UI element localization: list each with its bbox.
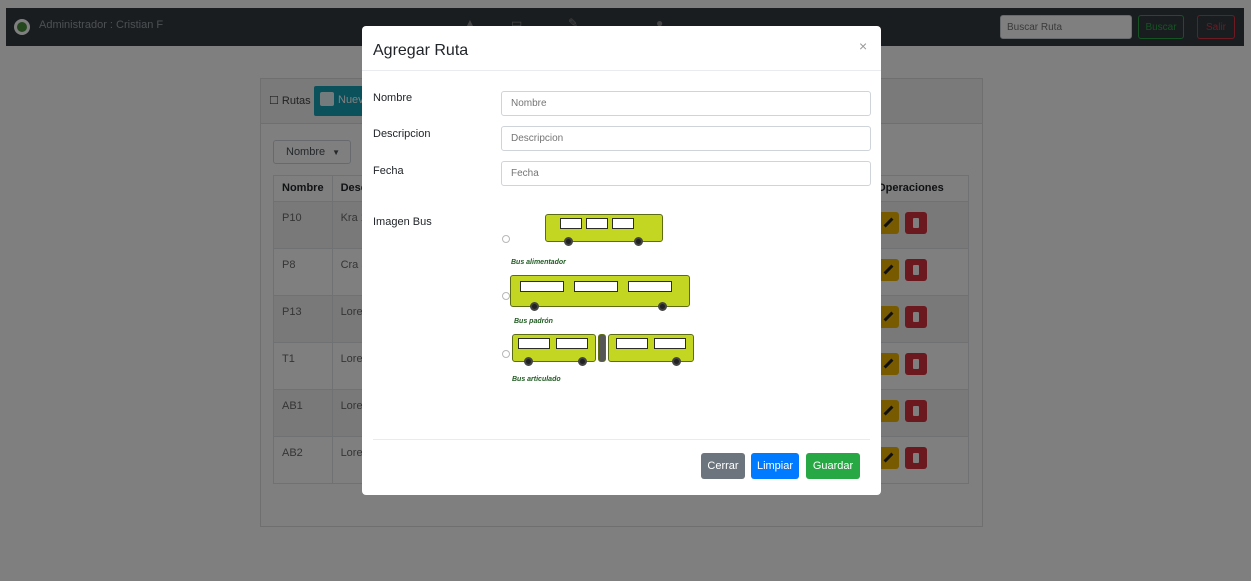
bus-articulado-radio[interactable] xyxy=(502,350,510,358)
bus-window xyxy=(616,338,648,349)
bus-window xyxy=(556,338,588,349)
bus-padron-image[interactable] xyxy=(510,275,692,313)
bus-wheel xyxy=(672,357,681,366)
bus-window xyxy=(520,281,564,292)
bus-wheel xyxy=(634,237,643,246)
bus-window xyxy=(654,338,686,349)
bus-padron-label: Bus padrón xyxy=(514,318,553,325)
fecha-field[interactable] xyxy=(501,161,871,186)
modal-header-divider xyxy=(362,70,881,71)
clear-button[interactable]: Limpiar xyxy=(751,453,799,479)
close-icon[interactable]: × xyxy=(859,38,867,54)
bus-window xyxy=(574,281,618,292)
bus-joint xyxy=(598,334,606,362)
fecha-label: Fecha xyxy=(373,165,404,177)
descripcion-label: Descripcion xyxy=(373,128,431,140)
imagen-bus-label: Imagen Bus xyxy=(373,216,432,228)
bus-window xyxy=(612,218,634,229)
close-button[interactable]: Cerrar xyxy=(701,453,745,479)
bus-window xyxy=(586,218,608,229)
bus-window xyxy=(628,281,672,292)
bus-window xyxy=(560,218,582,229)
modal-title: Agregar Ruta xyxy=(373,42,469,59)
bus-wheel xyxy=(564,237,573,246)
bus-wheel xyxy=(578,357,587,366)
bus-alimentador-label: Bus alimentador xyxy=(511,259,566,266)
bus-wheel xyxy=(658,302,667,311)
save-button[interactable]: Guardar xyxy=(806,453,860,479)
bus-articulado-label: Bus articulado xyxy=(512,376,561,383)
bus-wheel xyxy=(524,357,533,366)
modal-footer-divider xyxy=(373,439,870,440)
bus-wheel xyxy=(530,302,539,311)
descripcion-field[interactable] xyxy=(501,126,871,151)
nombre-label: Nombre xyxy=(373,92,413,104)
bus-window xyxy=(518,338,550,349)
bus-articulado-image[interactable] xyxy=(512,334,696,370)
bus-alimentador-radio[interactable] xyxy=(502,235,510,243)
add-route-modal: Agregar Ruta × Nombre Descripcion Fecha … xyxy=(362,26,881,495)
bus-padron-radio[interactable] xyxy=(502,292,510,300)
bus-alimentador-image[interactable] xyxy=(542,214,667,248)
nombre-field[interactable] xyxy=(501,91,871,116)
